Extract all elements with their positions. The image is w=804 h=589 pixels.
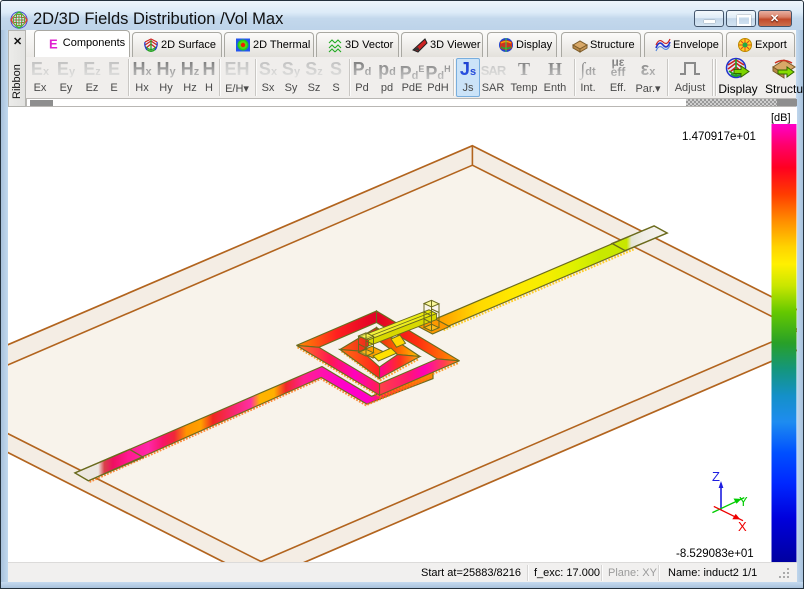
- svg-text:Z: Z: [712, 469, 720, 484]
- svg-text:1.470917e+01: 1.470917e+01: [682, 131, 756, 143]
- svg-text:[dB]: [dB]: [771, 112, 791, 124]
- svg-text:E: E: [49, 37, 58, 52]
- svg-text:-8.529083e+01: -8.529083e+01: [676, 548, 754, 560]
- svg-text:X: X: [738, 519, 747, 534]
- svg-text:Y: Y: [739, 494, 748, 509]
